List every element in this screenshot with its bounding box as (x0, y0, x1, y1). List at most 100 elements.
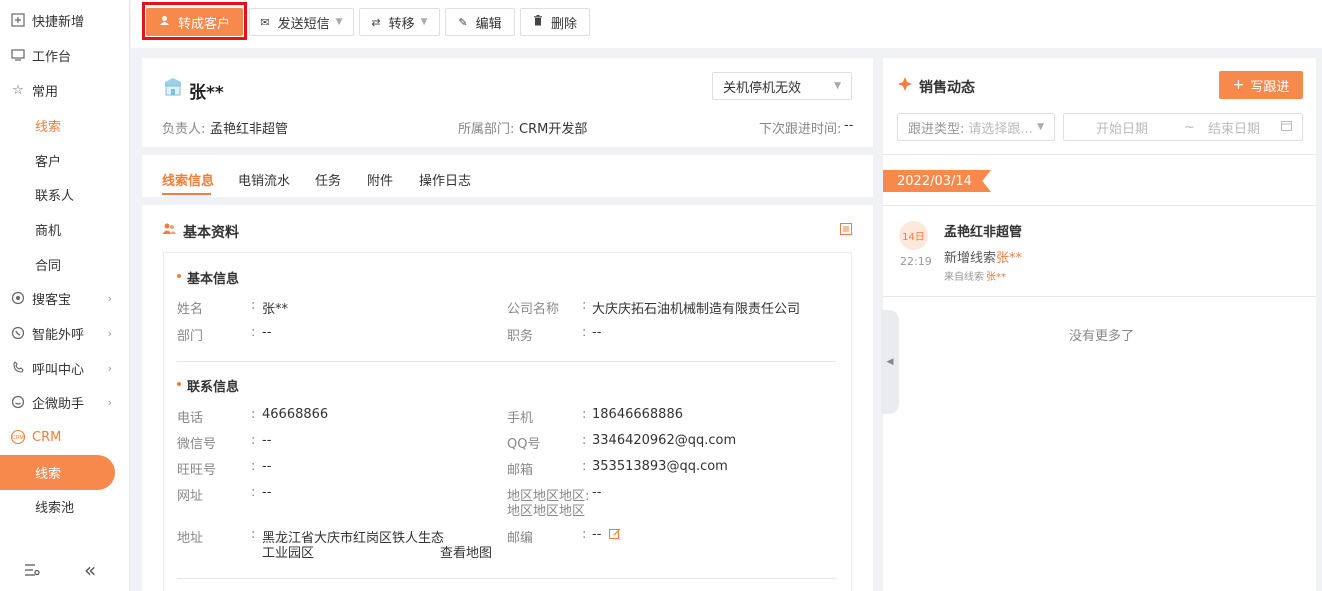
colon: : (582, 325, 587, 340)
collapse-sidebar-icon[interactable]: « (84, 558, 96, 582)
tab-tasks[interactable]: 任务 (315, 170, 341, 189)
address-value-line2: 工业园区 (262, 546, 315, 561)
colon: : (582, 298, 587, 313)
activity-user: 孟艳红非超管 (944, 225, 1023, 240)
sidebar-item-lead-pool[interactable]: 线索池 (0, 491, 130, 521)
followup-type-select[interactable]: 跟进类型: 请选择跟... ▼ (897, 113, 1055, 141)
website-value: -- (262, 485, 272, 500)
colon: : (251, 527, 256, 542)
calendar-icon (1281, 120, 1292, 135)
list-view-icon[interactable] (840, 223, 852, 239)
sidebar-item-common[interactable]: ☆ 常用 (0, 75, 130, 105)
chevron-right-icon: › (107, 395, 112, 409)
plus-icon: + (1232, 77, 1245, 93)
start-date[interactable]: 开始日期 (1096, 118, 1148, 137)
sidebar-item-label: 客户 (35, 154, 62, 170)
contact-section-title: 联系信息 (187, 380, 240, 395)
website-label: 网址 (177, 489, 204, 504)
tab-call-log[interactable]: 电销流水 (238, 170, 290, 189)
department-label: 部门 (177, 329, 204, 344)
sidebar-item-wechat-work[interactable]: 企微助手 › (0, 387, 130, 417)
divider (883, 154, 1316, 155)
phone-value: 46668866 (262, 407, 329, 422)
section-dot (177, 274, 181, 278)
owner-value: 孟艳红非超管 (210, 122, 289, 137)
sidebar-item-label: 搜客宝 (32, 292, 72, 308)
email-link[interactable]: 353513893@qq.com (592, 459, 728, 474)
email-label: 邮箱 (507, 463, 534, 478)
next-followup-value: -- (844, 118, 854, 133)
transfer-button[interactable]: ⇄ 转移 ▼ (359, 8, 440, 36)
tab-lead-info[interactable]: 线索信息 (162, 170, 214, 189)
colon: : (251, 298, 256, 313)
sidebar-item-label: 常用 (32, 84, 59, 100)
sidebar-item-label: 商机 (35, 223, 62, 239)
sidebar-footer: « (0, 550, 130, 591)
view-map-link[interactable]: 查看地图 (440, 542, 492, 561)
collapse-panel-handle[interactable]: ◀ (881, 310, 899, 414)
sidebar-item-crm[interactable]: CRM CRM (0, 422, 130, 452)
sidebar-item-contacts[interactable]: 联系人 (0, 179, 130, 209)
edit-icon[interactable] (609, 528, 621, 544)
transfer-icon: ⇄ (371, 15, 381, 29)
write-followup-button[interactable]: + 写跟进 (1219, 71, 1303, 99)
edit-button[interactable]: ✎ 编辑 (445, 8, 515, 36)
sidebar-item-customers[interactable]: 客户 (0, 145, 130, 175)
wechat-work-icon (10, 394, 26, 410)
search-icon (10, 290, 26, 306)
caret-down-icon: ▼ (335, 17, 343, 27)
colon: : (251, 407, 256, 422)
sidebar-item-label: 快捷新增 (32, 14, 85, 30)
region-value: -- (592, 485, 602, 500)
menu-settings-icon[interactable] (24, 562, 40, 581)
date-range-picker[interactable]: 开始日期 ~ 结束日期 (1063, 113, 1303, 141)
zip-value: -- (592, 527, 602, 542)
mobile-value: 18646668886 (592, 407, 683, 422)
date-separator: ~ (1184, 119, 1195, 135)
sidebar-item-label: CRM (32, 429, 62, 445)
active-tab-indicator (162, 193, 211, 195)
tab-operation-log[interactable]: 操作日志 (419, 170, 471, 189)
sidebar-item-smart-call[interactable]: 智能外呼 › (0, 318, 130, 348)
divider (883, 296, 1316, 297)
sidebar-item-leads[interactable]: 线索 (0, 455, 115, 490)
qq-link[interactable]: 3346420962@qq.com (592, 433, 736, 448)
sidebar-item-contracts[interactable]: 合同 (0, 249, 130, 279)
sidebar-item-opportunities[interactable]: 商机 (0, 214, 130, 244)
chevron-right-icon: › (107, 291, 112, 305)
next-followup-label: 下次跟进时间: (759, 122, 842, 137)
zip-label: 邮编 (507, 531, 534, 546)
sidebar-item-quick-add[interactable]: 快捷新增 (0, 5, 130, 35)
colon: : (582, 407, 587, 422)
dept-value: CRM开发部 (519, 122, 588, 137)
sales-activity-title: 销售动态 (919, 80, 975, 96)
sidebar-item-call-center[interactable]: 呼叫中心 › (0, 353, 130, 383)
sidebar-item-label: 工作台 (32, 49, 72, 65)
wechat-value: -- (262, 433, 272, 448)
star-icon: ☆ (12, 82, 24, 98)
activity-source-link[interactable]: 张** (986, 272, 1006, 283)
colon: : (582, 459, 587, 474)
delete-button[interactable]: 删除 (520, 8, 590, 36)
sidebar-item-soukebao[interactable]: 搜客宝 › (0, 283, 130, 313)
department-value: -- (262, 325, 272, 340)
monitor-icon (10, 47, 26, 63)
call-center-icon (10, 360, 26, 376)
svg-text:CRM: CRM (12, 435, 23, 441)
company-value: 大庆庆拓石油机械制造有限责任公司 (592, 302, 801, 317)
end-date[interactable]: 结束日期 (1208, 118, 1260, 137)
tab-attachments[interactable]: 附件 (367, 170, 393, 189)
caret-down-icon: ▼ (834, 81, 841, 91)
sidebar-item-label: 企微助手 (32, 396, 85, 412)
add-icon (10, 12, 26, 28)
phone-label: 电话 (177, 411, 204, 426)
lead-status-select[interactable]: 关机停机无效 ▼ (712, 72, 852, 100)
sidebar-item-workbench[interactable]: 工作台 (0, 40, 130, 70)
sales-activity-icon (898, 77, 912, 95)
sidebar-item-label: 呼叫中心 (32, 362, 85, 378)
sidebar-item-leads-common[interactable]: 线索 (0, 110, 130, 140)
colon: : (251, 485, 256, 500)
sidebar-item-label: 线索 (35, 119, 62, 135)
activity-lead-link[interactable]: 张** (996, 251, 1022, 266)
send-sms-button[interactable]: ✉ 发送短信 ▼ (249, 8, 354, 36)
